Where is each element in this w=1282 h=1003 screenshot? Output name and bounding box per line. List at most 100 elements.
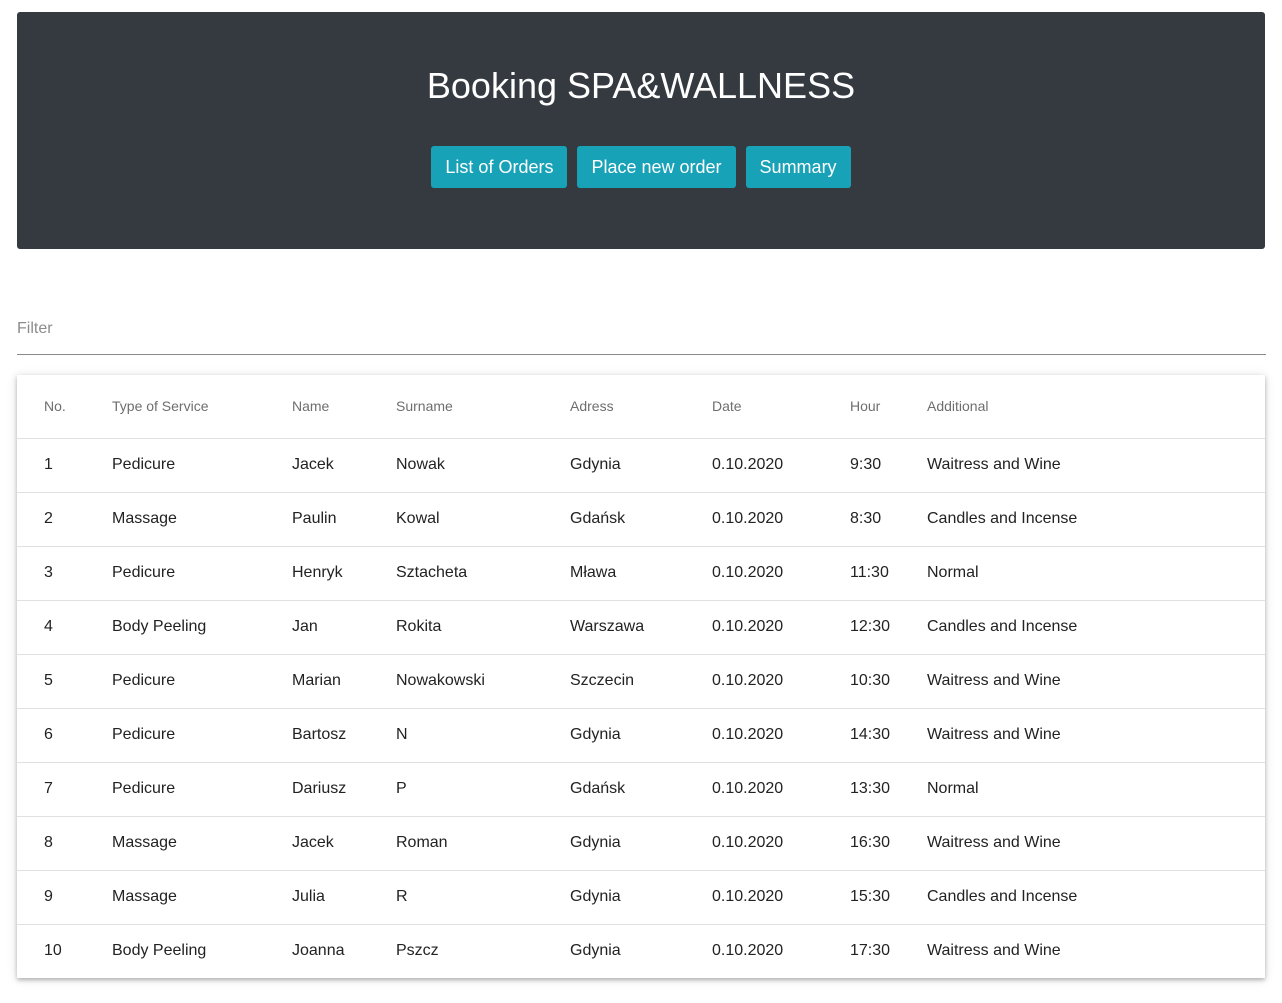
cell-adress: Gdynia xyxy=(570,708,712,763)
cell-no: 4 xyxy=(17,600,112,655)
cell-no: 7 xyxy=(17,762,112,817)
cell-surname: N xyxy=(396,708,570,763)
cell-hour: 11:30 xyxy=(850,546,927,601)
cell-type-of-service: Massage xyxy=(112,492,292,547)
app-header: Booking SPA&WALLNESS List of Orders Plac… xyxy=(17,12,1265,249)
column-header-hour[interactable]: Hour xyxy=(850,375,927,439)
table-row[interactable]: 5 Pedicure Marian Nowakowski Szczecin 0.… xyxy=(17,654,1265,709)
cell-additional: Waitress and Wine xyxy=(927,438,1265,493)
cell-name: Julia xyxy=(292,870,396,925)
cell-adress: Warszawa xyxy=(570,600,712,655)
cell-additional: Candles and Incense xyxy=(927,492,1265,547)
cell-surname: Roman xyxy=(396,816,570,871)
cell-date: 0.10.2020 xyxy=(712,762,850,817)
cell-surname: P xyxy=(396,762,570,817)
cell-no: 2 xyxy=(17,492,112,547)
cell-name: Dariusz xyxy=(292,762,396,817)
cell-hour: 13:30 xyxy=(850,762,927,817)
cell-hour: 8:30 xyxy=(850,492,927,547)
cell-adress: Mława xyxy=(570,546,712,601)
cell-adress: Gdynia xyxy=(570,870,712,925)
cell-surname: Nowak xyxy=(396,438,570,493)
cell-type-of-service: Pedicure xyxy=(112,654,292,709)
cell-additional: Candles and Incense xyxy=(927,600,1265,655)
cell-adress: Gdynia xyxy=(570,942,621,960)
cell-no: 5 xyxy=(17,654,112,709)
cell-date: 0.10.2020 xyxy=(712,870,850,925)
cell-no: 9 xyxy=(17,870,112,925)
column-header-additional[interactable]: Additional xyxy=(927,375,1265,439)
cell-no: 1 xyxy=(17,438,112,493)
cell-no: 8 xyxy=(17,816,112,871)
cell-type-of-service: Pedicure xyxy=(112,708,292,763)
cell-type-of-service: Pedicure xyxy=(112,762,292,817)
orders-table-card: No. Type of Service Name Surname Adress … xyxy=(17,375,1265,978)
cell-surname: Sztacheta xyxy=(396,546,570,601)
cell-adress: Gdynia xyxy=(570,816,712,871)
cell-surname: Kowal xyxy=(396,492,570,547)
cell-hour: 9:30 xyxy=(850,438,927,493)
cell-hour: 14:30 xyxy=(850,708,927,763)
cell-adress: Gdańsk xyxy=(570,762,712,817)
cell-name: Jacek xyxy=(292,438,396,493)
cell-additional: Normal xyxy=(927,762,1265,817)
cell-date: 0.10.2020 xyxy=(712,708,850,763)
orders-table: No. Type of Service Name Surname Adress … xyxy=(17,375,1265,978)
cell-type-of-service: Massage xyxy=(112,816,292,871)
column-header-adress[interactable]: Adress xyxy=(570,375,712,439)
cell-additional: Waitress and Wine xyxy=(927,654,1265,709)
place-new-order-button[interactable]: Place new order xyxy=(577,146,736,188)
cell-additional: Normal xyxy=(927,546,1265,601)
cell-type-of-service: Pedicure xyxy=(112,546,292,601)
page-title: Booking SPA&WALLNESS xyxy=(426,65,856,106)
cell-hour: 10:30 xyxy=(850,654,927,709)
cell-type-of-service: Massage xyxy=(112,870,292,925)
table-row[interactable]: 9 Massage Julia R Gdynia 0.10.2020 15:30… xyxy=(17,870,1265,925)
header-row: No. Type of Service Name Surname Adress … xyxy=(17,375,1265,439)
cell-surname: R xyxy=(396,870,570,925)
cell-date: 0.10.2020 xyxy=(712,942,784,960)
table-row[interactable]: 3 Pedicure Henryk Sztacheta Mława 0.10.2… xyxy=(17,546,1265,601)
column-header-type-of-service[interactable]: Type of Service xyxy=(112,375,292,439)
cell-adress: Gdańsk xyxy=(570,492,712,547)
table-row[interactable]: 4 Body Peeling Jan Rokita Warszawa 0.10.… xyxy=(17,600,1265,655)
cell-name: Jacek xyxy=(292,816,396,871)
cell-date: 0.10.2020 xyxy=(712,600,850,655)
summary-button[interactable]: Summary xyxy=(745,146,851,188)
cell-surname: Rokita xyxy=(396,600,570,655)
column-header-no[interactable]: No. xyxy=(17,375,112,439)
cell-surname: Nowakowski xyxy=(396,654,570,709)
cell-name: Paulin xyxy=(292,492,396,547)
cell-surname: Pszcz xyxy=(396,942,439,960)
cell-no: 6 xyxy=(17,708,112,763)
column-header-surname[interactable]: Surname xyxy=(396,375,570,439)
table-body: 1 Pedicure Jacek Nowak Gdynia 0.10.2020 … xyxy=(17,438,1265,978)
cell-adress: Gdynia xyxy=(570,438,712,493)
cell-additional: Candles and Incense xyxy=(927,870,1265,925)
table-row[interactable]: 10 Body Peeling Joanna Pszcz Gdynia 0.10… xyxy=(17,924,1265,978)
main-nav: List of Orders Place new order Summary xyxy=(17,146,1265,188)
table-row[interactable]: 6 Pedicure Bartosz N Gdynia 0.10.2020 14… xyxy=(17,708,1265,763)
cell-hour: 16:30 xyxy=(850,816,927,871)
cell-hour: 17:30 xyxy=(850,942,891,960)
cell-additional: Waitress and Wine xyxy=(927,942,1061,960)
cell-name: Bartosz xyxy=(292,708,396,763)
list-of-orders-button[interactable]: List of Orders xyxy=(431,146,568,188)
table-row[interactable]: 7 Pedicure Dariusz P Gdańsk 0.10.2020 13… xyxy=(17,762,1265,817)
table-row[interactable]: 1 Pedicure Jacek Nowak Gdynia 0.10.2020 … xyxy=(17,438,1265,493)
filter-field xyxy=(17,310,1266,355)
cell-adress: Szczecin xyxy=(570,654,712,709)
cell-date: 0.10.2020 xyxy=(712,546,850,601)
cell-type-of-service: Pedicure xyxy=(112,438,292,493)
cell-name: Marian xyxy=(292,654,396,709)
table-row[interactable]: 8 Massage Jacek Roman Gdynia 0.10.2020 1… xyxy=(17,816,1265,871)
cell-date: 0.10.2020 xyxy=(712,492,850,547)
filter-input[interactable] xyxy=(17,320,1266,338)
cell-name: Henryk xyxy=(292,546,396,601)
column-header-name[interactable]: Name xyxy=(292,375,396,439)
cell-additional: Waitress and Wine xyxy=(927,708,1265,763)
table-row[interactable]: 2 Massage Paulin Kowal Gdańsk 0.10.2020 … xyxy=(17,492,1265,547)
column-header-date[interactable]: Date xyxy=(712,375,850,439)
cell-additional: Waitress and Wine xyxy=(927,816,1265,871)
cell-date: 0.10.2020 xyxy=(712,654,850,709)
